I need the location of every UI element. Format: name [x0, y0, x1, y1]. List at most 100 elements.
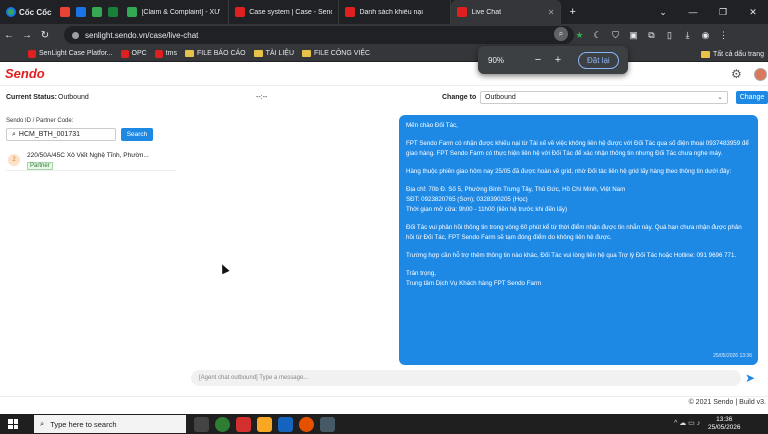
wps-icon[interactable] — [236, 416, 251, 432]
bookmark-label: TÀI LIỆU — [265, 50, 295, 57]
tab-search-icon[interactable]: ⌄ — [648, 0, 678, 24]
dark-mode-icon[interactable]: ☾ — [590, 30, 605, 41]
tab-live-chat[interactable]: Live Chat ✕ — [451, 0, 562, 24]
windows-start-icon[interactable] — [8, 419, 18, 429]
folder-icon — [701, 50, 711, 58]
change-button[interactable]: Change — [736, 91, 768, 104]
sendo-icon — [457, 7, 468, 17]
signature: Trân trọng, Trung tâm Dịch Vụ Khách hàng… — [406, 269, 751, 289]
app-footer: © 2021 Sendo | Build v3. — [0, 396, 768, 410]
sendo-icon — [154, 49, 163, 58]
gear-icon[interactable]: ⚙ — [731, 67, 742, 81]
message-greeting: Mến chào Đối Tác, — [406, 122, 458, 129]
bookmark-senlight[interactable]: SenLight Case Platfor... — [28, 49, 113, 58]
sendo-id-value: HCM_BTH_001731 — [18, 131, 81, 138]
file-explorer-icon[interactable] — [257, 416, 272, 432]
app-icon[interactable] — [299, 416, 314, 432]
browser-brand[interactable]: Cốc Cốc — [0, 0, 57, 24]
zoom-level: 90% — [488, 55, 505, 65]
change-to-label: Change to — [442, 94, 477, 101]
conversation-name: 220/50A/45C Xô Viết Nghệ Tĩnh, Phườn... — [27, 152, 149, 159]
partner-tag: Partner — [27, 162, 53, 170]
zoom-icon[interactable]: ⌕ — [554, 27, 568, 41]
app-header: Sendo ⚙ — [0, 62, 768, 86]
message-timestamp: 25/05/2026 13:36 — [713, 353, 752, 359]
sheet-tab-icon-2[interactable] — [105, 0, 121, 24]
minimize-icon[interactable]: — — [678, 0, 708, 24]
menu-icon[interactable]: ⋮ — [716, 30, 731, 41]
signature-line: Trung tâm Dịch Vụ Khách hàng FPT Sendo F… — [406, 280, 542, 287]
bookmark-folder-tai-lieu[interactable]: TÀI LIỆU — [253, 50, 295, 57]
sendo-id-input[interactable]: ⌕ HCM_BTH_001731 — [6, 128, 116, 141]
bookmark-folder-cong-viec[interactable]: FILE CÔNG VIỆC — [302, 50, 370, 57]
coccoc-taskbar-icon[interactable] — [215, 416, 230, 432]
taskbar-search[interactable]: ⌕ Type here to search — [34, 415, 186, 433]
browser-brand-label: Cốc Cốc — [19, 7, 52, 17]
bookmark-star-icon[interactable]: ★ — [572, 30, 587, 41]
profile-icon[interactable]: ◉ — [698, 30, 713, 41]
task-view-icon[interactable] — [194, 416, 209, 432]
all-bookmarks[interactable]: Tất cả dấu trang — [701, 46, 764, 62]
maximize-icon[interactable]: ❐ — [708, 0, 738, 24]
sendo-icon — [28, 49, 36, 58]
chat-message-bubble: Mến chào Đối Tác, FPT Sendo Farm có nhận… — [399, 115, 758, 365]
folder-icon — [302, 50, 312, 57]
app-tab-icon[interactable] — [73, 0, 89, 24]
bookmark-folder-bao-cao[interactable]: FILE BÁO CÁO — [185, 50, 246, 57]
current-status-value: Outbound — [58, 94, 89, 101]
shield-icon[interactable]: ⛉ — [608, 30, 623, 41]
sendo-id-label: Sendo ID / Partner Code: — [6, 118, 74, 124]
close-window-icon[interactable]: ✕ — [738, 0, 768, 24]
sendo-icon — [235, 7, 246, 17]
tab-label: Case system | Case - Send — [249, 8, 333, 16]
back-icon[interactable]: ← — [0, 30, 18, 41]
close-tab-icon[interactable]: ✕ — [548, 8, 555, 17]
bookmarks-bar: SenLight Case Platfor... OPC tms FILE BÁ… — [0, 46, 768, 62]
site-info-icon[interactable] — [72, 31, 79, 39]
download-icon[interactable]: ⤓ — [680, 30, 695, 41]
tab-case-system[interactable]: Case system | Case - Send — [229, 0, 340, 24]
pickup-hours: Thời gian mở cửa: 9h00 - 11h00 (liên hệ … — [406, 206, 568, 213]
zoom-reset-button[interactable]: Đặt lại — [578, 51, 619, 69]
tab-label: Live Chat — [471, 8, 502, 16]
forward-icon[interactable]: → — [18, 30, 36, 41]
bookmark-label: Tất cả dấu trang — [713, 50, 764, 58]
sheet-tab-icon[interactable] — [89, 0, 105, 24]
sheet-icon — [127, 7, 138, 17]
sidebar-icon[interactable]: ▯ — [662, 30, 677, 41]
url-text: senlight.sendo.vn/case/live-chat — [85, 30, 199, 40]
reload-icon[interactable]: ↻ — [36, 30, 54, 41]
tab-danh-sach[interactable]: Danh sách khiếu nại — [339, 0, 452, 24]
search-button[interactable]: Search — [121, 128, 153, 141]
zoom-out-button[interactable]: − — [528, 54, 548, 66]
bookmark-tms[interactable]: tms — [154, 49, 177, 58]
new-tab-button[interactable]: + — [561, 6, 583, 18]
gmail-tab-icon[interactable] — [57, 0, 73, 24]
avatar[interactable] — [754, 68, 767, 81]
message-paragraph: Đối Tác vui phản hồi thông tin trong vòn… — [406, 224, 742, 241]
sendo-logo[interactable]: Sendo — [5, 66, 45, 81]
taskbar-clock[interactable]: 13:36 25/05/2026 — [708, 416, 741, 432]
outlook-icon[interactable] — [278, 416, 293, 432]
teams-icon[interactable] — [320, 416, 335, 432]
zoom-in-button[interactable]: + — [548, 54, 568, 66]
status-select[interactable]: Outbound ⌄ — [480, 91, 728, 104]
extensions-icon[interactable]: ⧉ — [644, 30, 659, 41]
mouse-cursor — [218, 262, 230, 275]
send-icon[interactable]: ➤ — [745, 371, 755, 385]
message-input[interactable]: [Agent chat outbound] Type a message... — [191, 370, 741, 386]
tab-claim-complaint[interactable]: [Claim & Complaint] - XỬ — [121, 0, 230, 24]
sendo-icon — [345, 7, 356, 17]
pickup-phone: SĐT: 0923820765 (Sơn); 0328390205 (Học) — [406, 196, 528, 203]
conversation-panel: Sendo ID / Partner Code: ⌕ HCM_BTH_00173… — [0, 113, 178, 173]
translate-icon[interactable]: ▣ — [626, 30, 641, 41]
address-bar[interactable]: senlight.sendo.vn/case/live-chat — [64, 26, 574, 44]
list-item[interactable]: 2 220/50A/45C Xô Viết Nghệ Tĩnh, Phườn..… — [6, 149, 176, 171]
bookmark-opc[interactable]: OPC — [120, 49, 147, 58]
clock-time: 13:36 — [716, 416, 733, 423]
system-tray[interactable]: ^ ☁ ▭ ♪ — [674, 419, 700, 427]
coccoc-logo-icon — [6, 7, 16, 17]
clock-date: 25/05/2026 — [708, 424, 741, 431]
search-icon: ⌕ — [12, 130, 16, 138]
bookmark-label: SenLight Case Platfor... — [39, 50, 113, 57]
